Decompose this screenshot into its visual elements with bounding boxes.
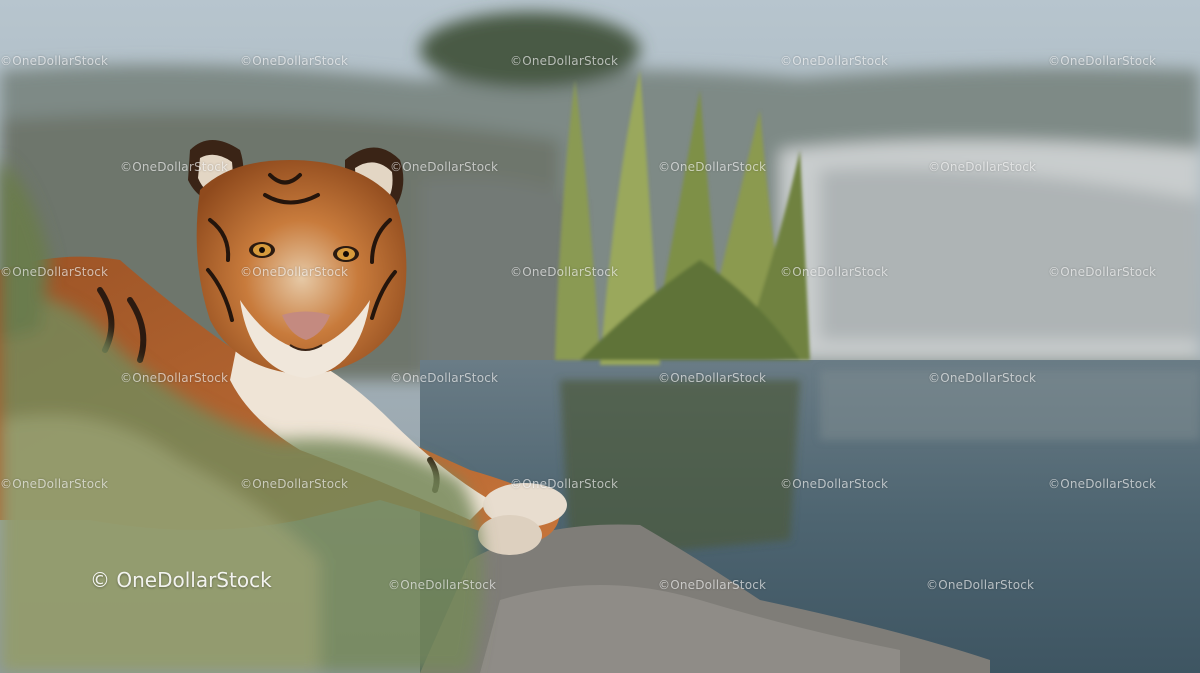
watermark-text: ©OneDollarStock xyxy=(240,54,349,68)
watermark-text: ©OneDollarStock xyxy=(780,54,889,68)
watermark-text: ©OneDollarStock xyxy=(0,265,109,279)
watermark-text: ©OneDollarStock xyxy=(780,477,889,491)
watermark-text: ©OneDollarStock xyxy=(928,160,1037,174)
watermark-text: ©OneDollarStock xyxy=(120,371,229,385)
watermark-text: ©OneDollarStock xyxy=(658,578,767,592)
watermark-text: ©OneDollarStock xyxy=(0,54,109,68)
watermark-text: ©OneDollarStock xyxy=(0,477,109,491)
watermark-text: ©OneDollarStock xyxy=(510,54,619,68)
watermark-text: ©OneDollarStock xyxy=(390,371,499,385)
watermark-text: ©OneDollarStock xyxy=(658,371,767,385)
watermark-text: ©OneDollarStock xyxy=(780,265,889,279)
watermark-text: ©OneDollarStock xyxy=(1048,54,1157,68)
watermark-text: ©OneDollarStock xyxy=(658,160,767,174)
watermark-text: ©OneDollarStock xyxy=(926,578,1035,592)
watermark-text: ©OneDollarStock xyxy=(510,477,619,491)
watermark-text: ©OneDollarStock xyxy=(1048,477,1157,491)
watermark-text: ©OneDollarStock xyxy=(240,265,349,279)
watermark-text: ©OneDollarStock xyxy=(240,477,349,491)
watermark-text: ©OneDollarStock xyxy=(928,371,1037,385)
watermark-text: ©OneDollarStock xyxy=(388,578,497,592)
watermark-text: ©OneDollarStock xyxy=(120,160,229,174)
watermark-text: ©OneDollarStock xyxy=(510,265,619,279)
watermark-text: ©OneDollarStock xyxy=(390,160,499,174)
brand-watermark: © OneDollarStock xyxy=(90,568,272,592)
photo-scene: ©OneDollarStock ©OneDollarStock ©OneDoll… xyxy=(0,0,1200,673)
watermark-text: ©OneDollarStock xyxy=(1048,265,1157,279)
